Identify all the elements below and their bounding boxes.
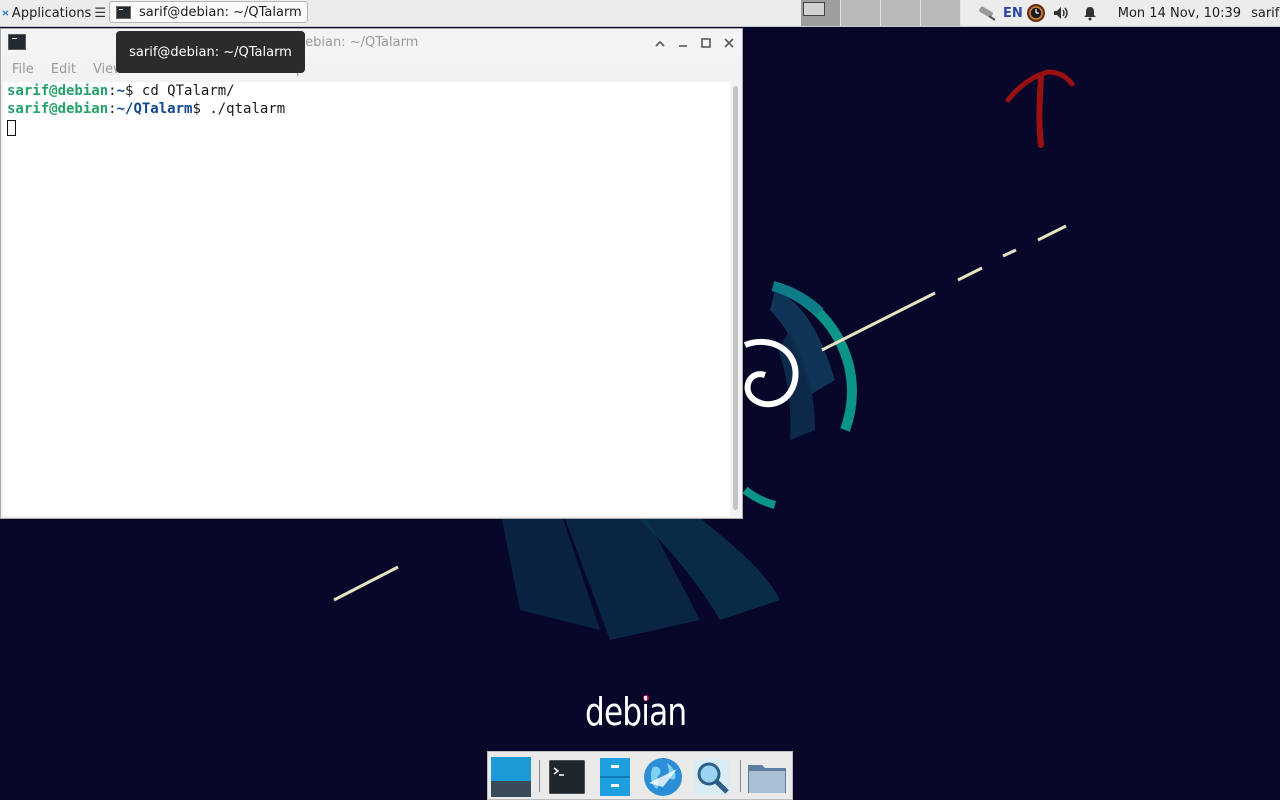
window-title: sarif@debian: ~/QTalarm	[255, 35, 419, 50]
web-browser-launcher[interactable]	[642, 756, 684, 798]
terminal-scrollbar[interactable]	[730, 82, 742, 516]
menu-file[interactable]: File	[6, 62, 40, 77]
terminal-command: cd QTalarm/	[141, 83, 235, 99]
workspace-1[interactable]	[801, 0, 841, 26]
app-finder-launcher[interactable]	[691, 756, 733, 798]
debian-logo-text: debian	[585, 690, 687, 734]
panel-clock[interactable]: Mon 14 Nov, 10:39	[1118, 6, 1241, 21]
terminal-menu-bar: File Edit View Search Terminal Help	[1, 57, 742, 81]
window-maximize-icon[interactable]	[698, 35, 714, 51]
volume-icon[interactable]	[1050, 2, 1072, 24]
xfce-logo-icon	[2, 10, 9, 16]
home-folder-launcher[interactable]	[746, 756, 788, 798]
dock-separator	[740, 760, 741, 792]
notification-bell-icon[interactable]	[1079, 2, 1101, 24]
workspace-3[interactable]	[881, 0, 921, 26]
workspace-4[interactable]	[921, 0, 961, 26]
alarm-clock-icon[interactable]	[1025, 2, 1047, 24]
network-icon[interactable]	[976, 2, 998, 24]
taskbar-window-label: sarif@debian: ~/QTalarm	[139, 4, 302, 20]
terminal-output[interactable]: sarif@debian:~$ cd QTalarm/ sarif@debian…	[3, 82, 730, 516]
workspace-switcher[interactable]	[801, 0, 961, 26]
globe-icon	[644, 758, 682, 796]
dock-separator	[539, 760, 540, 792]
folder-icon	[748, 765, 786, 793]
applications-menu-button[interactable]: Applications ☰	[2, 0, 106, 26]
terminal-window: sarif@debian: ~/QTalarm File Edit View S…	[0, 28, 743, 519]
file-cabinet-icon	[600, 758, 630, 796]
terminal-command: ./qtalarm	[209, 101, 286, 117]
workspace-window-thumbnail	[803, 2, 825, 16]
terminal-line: sarif@debian:~/QTalarm$ ./qtalarm	[7, 101, 286, 117]
scrollbar-thumb[interactable]	[733, 86, 738, 510]
magnifier-icon	[694, 759, 730, 795]
terminal-cursor	[7, 120, 16, 136]
applications-menu-label: Applications	[11, 5, 92, 21]
window-title-bar[interactable]: sarif@debian: ~/QTalarm	[1, 29, 742, 57]
window-shade-icon[interactable]	[652, 35, 668, 51]
terminal-line: sarif@debian:~$ cd QTalarm/	[7, 83, 235, 99]
top-panel: Applications ☰ sarif@debian: ~/QTalarm E…	[0, 0, 1280, 27]
taskbar-tooltip: sarif@debian: ~/QTalarm	[116, 31, 305, 73]
terminal-line	[7, 118, 730, 136]
prompt-user: sarif@debian	[7, 83, 109, 99]
desktop-icon	[491, 757, 531, 797]
prompt-user: sarif@debian	[7, 101, 109, 117]
file-manager-launcher[interactable]	[594, 756, 636, 798]
terminal-icon	[116, 5, 131, 19]
terminal-icon	[549, 760, 585, 794]
dock-panel	[487, 751, 793, 800]
menu-lines-icon: ☰	[94, 5, 106, 21]
menu-edit[interactable]: Edit	[45, 62, 82, 77]
taskbar-window-button[interactable]: sarif@debian: ~/QTalarm	[109, 1, 308, 23]
show-desktop-button[interactable]	[490, 756, 532, 798]
window-close-icon[interactable]	[721, 35, 737, 51]
window-minimize-icon[interactable]	[675, 35, 691, 51]
terminal-launcher[interactable]	[546, 756, 588, 798]
system-tray: EN Mon 14 Nov, 10:39 sarif	[976, 0, 1279, 26]
workspace-2[interactable]	[841, 0, 881, 26]
user-menu[interactable]: sarif	[1251, 6, 1279, 21]
prompt-path: ~	[116, 83, 126, 99]
prompt-path: ~/QTalarm	[116, 101, 193, 117]
keyboard-layout-indicator[interactable]: EN	[1003, 6, 1023, 21]
